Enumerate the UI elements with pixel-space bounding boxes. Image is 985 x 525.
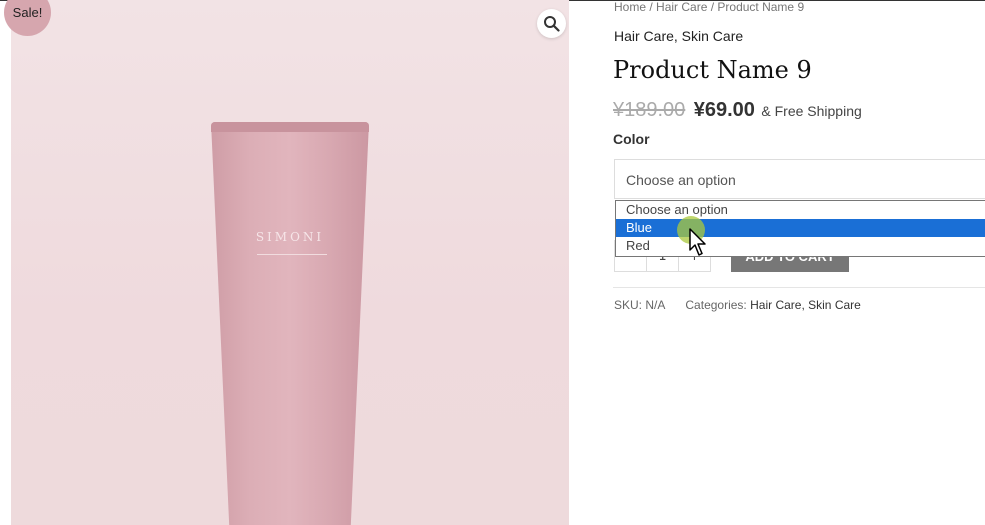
original-price: ¥189.00 bbox=[613, 99, 686, 121]
zoom-button[interactable] bbox=[537, 9, 566, 38]
product-price: ¥189.00 ¥69.00 & Free Shipping bbox=[613, 99, 862, 122]
sku-label: SKU: bbox=[614, 298, 643, 312]
product-categories[interactable]: Hair Care, Skin Care bbox=[614, 28, 743, 44]
breadcrumb-separator: / bbox=[646, 0, 657, 14]
option-blue[interactable]: Blue bbox=[616, 219, 985, 237]
sale-badge-label: Sale! bbox=[12, 5, 43, 20]
breadcrumb-category[interactable]: Hair Care bbox=[656, 0, 707, 14]
categories-label: Categories: bbox=[685, 298, 747, 312]
category-link-hair-care[interactable]: Hair Care bbox=[750, 298, 801, 312]
category-link-skin-care[interactable]: Skin Care bbox=[808, 298, 861, 312]
color-options-list[interactable]: Choose an option Blue Red bbox=[615, 200, 985, 257]
breadcrumb-separator: / bbox=[707, 0, 718, 14]
product-title: Product Name 9 bbox=[613, 56, 812, 84]
sale-price: ¥69.00 bbox=[693, 99, 755, 121]
sku-value: N/A bbox=[645, 298, 665, 312]
breadcrumb-current: Product Name 9 bbox=[717, 0, 805, 14]
option-red[interactable]: Red bbox=[616, 237, 985, 255]
divider bbox=[613, 287, 985, 288]
breadcrumb-home[interactable]: Home bbox=[614, 0, 646, 14]
product-meta: SKU: N/A Categories: Hair Care, Skin Car… bbox=[614, 298, 861, 312]
brand-underline bbox=[257, 254, 327, 255]
magnifier-icon bbox=[544, 16, 560, 32]
product-gallery[interactable]: SIMONI bbox=[11, 0, 569, 525]
product-details: Home / Hair Care / Product Name 9 Hair C… bbox=[613, 0, 985, 525]
product-image: SIMONI bbox=[211, 122, 369, 525]
tube-cap bbox=[211, 122, 369, 132]
tube-body bbox=[211, 122, 369, 525]
mouse-pointer-icon bbox=[689, 228, 706, 256]
color-select[interactable]: Choose an option bbox=[614, 159, 985, 199]
color-label: Color bbox=[613, 131, 650, 147]
breadcrumb: Home / Hair Care / Product Name 9 bbox=[614, 0, 804, 14]
shipping-note: & Free Shipping bbox=[761, 103, 862, 119]
option-choose[interactable]: Choose an option bbox=[616, 201, 985, 219]
brand-text: SIMONI bbox=[255, 230, 325, 244]
